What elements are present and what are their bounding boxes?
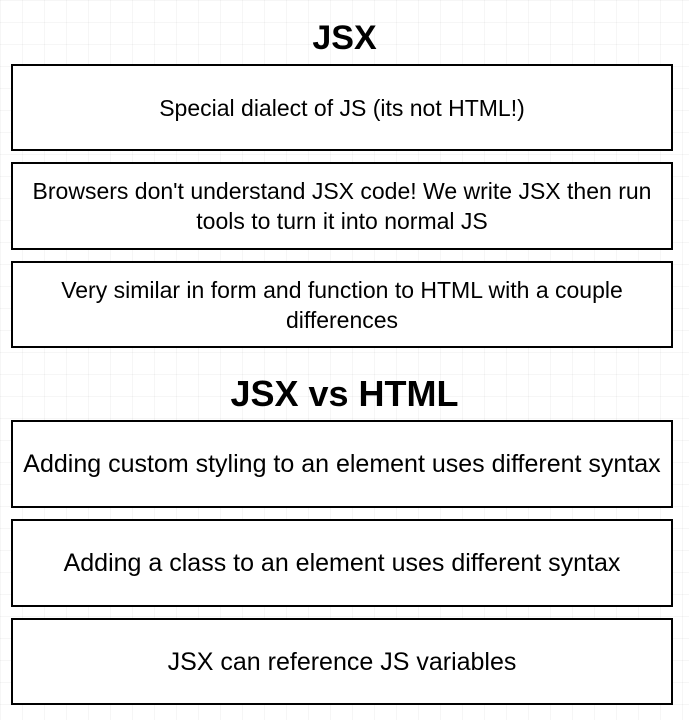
difference-box: JSX can reference JS variables bbox=[11, 618, 673, 705]
jsx-fact-box: Browsers don't understand JSX code! We w… bbox=[11, 162, 673, 250]
difference-text: Adding a class to an element uses differ… bbox=[63, 549, 621, 577]
jsx-fact-text: Browsers don't understand JSX code! We w… bbox=[32, 178, 652, 234]
jsx-fact-text: Special dialect of JS (its not HTML!) bbox=[159, 94, 525, 121]
difference-box: Adding custom styling to an element uses… bbox=[11, 420, 673, 508]
jsx-fact-box: Special dialect of JS (its not HTML!) bbox=[11, 64, 673, 151]
difference-box: Adding a class to an element uses differ… bbox=[11, 519, 673, 607]
difference-text: Adding custom styling to an element uses… bbox=[23, 450, 661, 478]
jsx-heading: JSX bbox=[312, 19, 377, 57]
jsx-fact-box: Very similar in form and function to HTM… bbox=[11, 261, 673, 348]
difference-text: JSX can reference JS variables bbox=[167, 647, 517, 676]
jsx-fact-text: Very similar in form and function to HTM… bbox=[61, 276, 623, 333]
jsx-vs-html-heading: JSX vs HTML bbox=[230, 373, 459, 414]
